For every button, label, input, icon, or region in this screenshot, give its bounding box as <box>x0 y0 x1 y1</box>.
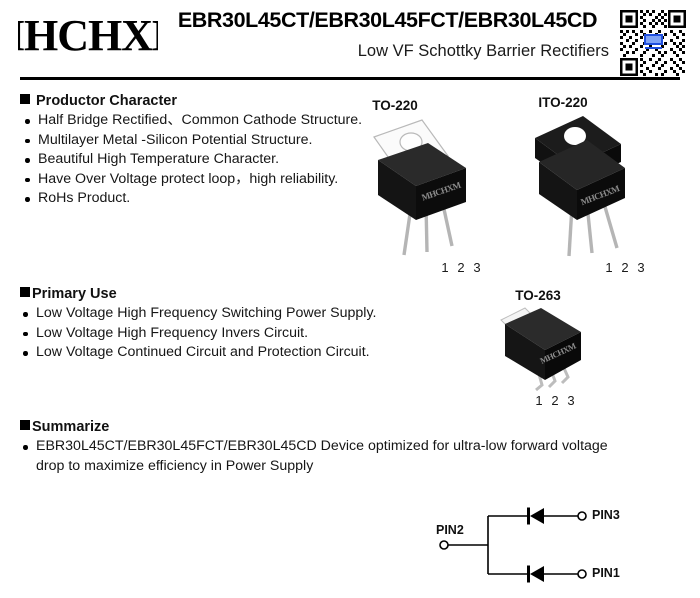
ito-220-pin-labels: 123 <box>601 260 649 275</box>
list-item: Have Over Voltage protect loop，high reli… <box>22 170 382 190</box>
page-subtitle: Low VF Schottky Barrier Rectifiers <box>357 42 609 60</box>
package-label-to-263: TO-263 <box>515 288 561 303</box>
ito-220-package-icon: MHCHXM <box>525 110 655 262</box>
pin-number: 2 <box>551 393 559 408</box>
productor-character-list: Half Bridge Rectified、Common Cathode Str… <box>22 111 382 209</box>
list-item: Multilayer Metal -Silicon Potential Stru… <box>22 131 382 151</box>
to-263-package-icon: MHCHXM <box>495 302 615 394</box>
section-square-marker <box>20 420 30 430</box>
list-item: Low Voltage Continued Circuit and Protec… <box>20 343 420 363</box>
schematic-terminal-pin2: PIN2 <box>436 523 464 537</box>
section-heading-label: Primary Use <box>32 286 117 302</box>
schematic-diagram: PIN2 PIN3 PIN1 <box>420 495 660 595</box>
pin-number: 3 <box>567 393 575 408</box>
list-item: Half Bridge Rectified、Common Cathode Str… <box>22 111 382 131</box>
pin-number: 1 <box>441 260 449 275</box>
page-title: EBR30L45CT/EBR30L45FCT/EBR30L45CD <box>177 8 598 32</box>
list-item: Low Voltage High Frequency Switching Pow… <box>20 304 420 324</box>
primary-use-list: Low Voltage High Frequency Switching Pow… <box>20 304 420 363</box>
schematic-terminal-pin3: PIN3 <box>592 508 620 522</box>
pin-number: 2 <box>457 260 465 275</box>
pin-number: 1 <box>605 260 613 275</box>
datasheet-page: MHCHXM EBR30L45CT/EBR30L45FCT/EBR30L45CD… <box>0 0 700 598</box>
to-220-pin-labels: 123 <box>437 260 485 275</box>
schematic-terminal-pin1: PIN1 <box>592 566 620 580</box>
pin-number: 3 <box>637 260 645 275</box>
pin-number: 1 <box>535 393 543 408</box>
pin-number: 2 <box>621 260 629 275</box>
to-220-package-icon: MHCHXM <box>360 112 490 262</box>
mhchxm-logo: MHCHXM <box>18 10 158 62</box>
list-item: Low Voltage High Frequency Invers Circui… <box>20 324 420 344</box>
package-label-ito-220: ITO-220 <box>538 95 588 110</box>
qr-code-icon <box>618 8 688 78</box>
section-square-marker <box>20 287 30 297</box>
svg-text:MHCHXM: MHCHXM <box>18 11 158 60</box>
package-label-to-220: TO-220 <box>372 98 418 113</box>
section-heading-primary-use: Primary Use <box>20 286 117 302</box>
section-heading-label: Productor Character <box>36 93 178 109</box>
section-heading-productor-character: Productor Character <box>20 93 177 109</box>
list-item: EBR30L45CT/EBR30L45FCT/EBR30L45CD Device… <box>20 437 630 476</box>
header-divider <box>20 77 680 80</box>
pin-number: 3 <box>473 260 481 275</box>
section-heading-summarize: Summarize <box>20 419 109 435</box>
to-263-pin-labels: 123 <box>531 393 579 408</box>
list-item: RoHs Product. <box>22 189 382 209</box>
section-heading-label: Summarize <box>32 419 110 435</box>
summarize-list: EBR30L45CT/EBR30L45FCT/EBR30L45CD Device… <box>20 437 630 476</box>
section-square-marker <box>20 94 30 104</box>
list-item: Beautiful High Temperature Character. <box>22 150 382 170</box>
